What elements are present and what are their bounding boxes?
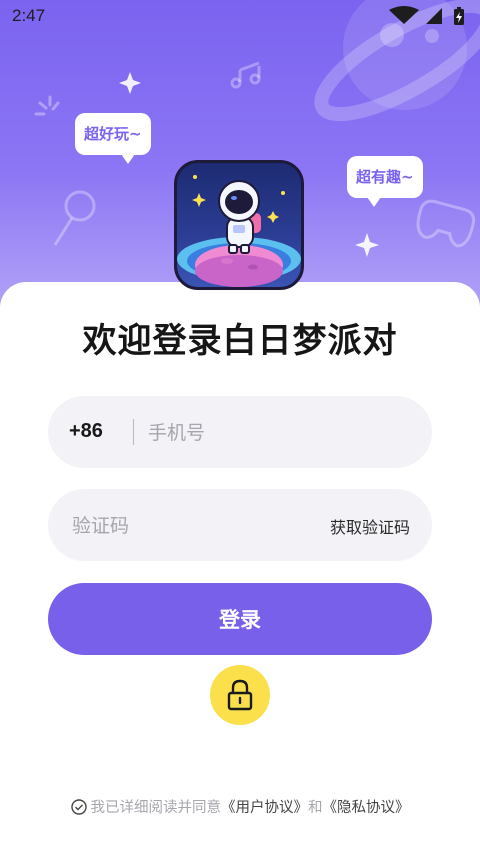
field-divider xyxy=(133,419,134,445)
lock-icon xyxy=(227,679,253,711)
phone-field[interactable]: +86 xyxy=(48,396,432,468)
burst-icon xyxy=(34,95,60,116)
agreement-row: 我已详细阅读并同意《用户协议》和《隐私协议》 xyxy=(0,796,480,817)
speech-bubble-fun: 超好玩~ xyxy=(75,113,151,164)
verification-code-field[interactable]: 获取验证码 xyxy=(48,489,432,561)
battery-charging-icon xyxy=(454,7,464,25)
lock-button[interactable] xyxy=(210,665,270,725)
phone-input[interactable] xyxy=(146,416,410,450)
login-button[interactable]: 登录 xyxy=(48,583,432,655)
status-icons xyxy=(389,6,464,25)
microphone-icon xyxy=(53,190,96,246)
agreement-conjunction: 和 xyxy=(308,800,323,816)
agreement-checkbox[interactable] xyxy=(70,799,87,815)
verification-code-input[interactable] xyxy=(70,509,304,543)
get-code-button[interactable]: 获取验证码 xyxy=(330,514,410,538)
country-code-selector[interactable]: +86 xyxy=(69,420,103,443)
status-bar: 2:47 xyxy=(0,0,480,32)
page-title: 欢迎登录白日梦派对 xyxy=(82,321,398,361)
login-card xyxy=(0,282,480,854)
cellular-signal-icon xyxy=(426,8,442,24)
status-time: 2:47 xyxy=(12,6,46,25)
wifi-icon xyxy=(389,6,419,24)
gamepad-icon xyxy=(416,199,476,248)
speech-bubble-interesting: 超有趣~ xyxy=(347,156,423,207)
astronaut-app-icon xyxy=(174,160,304,290)
agreement-prefix: 我已详细阅读并同意 xyxy=(90,800,222,816)
music-note-icon xyxy=(230,61,261,89)
privacy-policy-link[interactable]: 《隐私协议》 xyxy=(323,800,410,816)
user-agreement-link[interactable]: 《用户协议》 xyxy=(221,800,308,816)
